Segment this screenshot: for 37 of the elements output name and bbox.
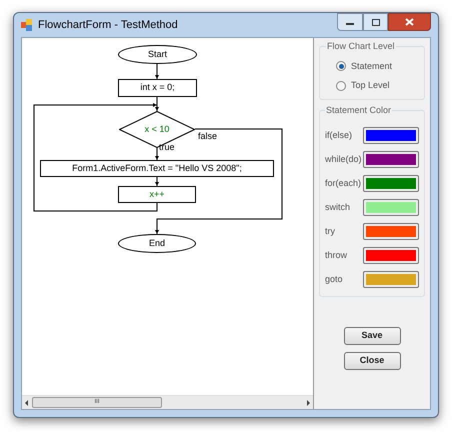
color-label: throw <box>325 248 348 262</box>
color-swatch-button[interactable] <box>363 175 419 192</box>
process-node: x++ <box>118 186 196 203</box>
color-swatch-button[interactable] <box>363 223 419 240</box>
color-label: for(each) <box>325 176 362 190</box>
app-icon <box>21 19 33 31</box>
radio-label: Statement <box>351 60 392 72</box>
process-node: int x = 0; <box>118 79 197 97</box>
color-label: switch <box>325 200 350 214</box>
dialog-button[interactable]: Save <box>344 327 400 345</box>
color-label: try <box>325 224 335 238</box>
close-icon <box>405 18 414 26</box>
scroll-left-icon[interactable] <box>25 400 28 406</box>
color-label: if(else) <box>325 128 352 142</box>
minimize-button[interactable] <box>337 13 363 31</box>
maximize-button[interactable] <box>363 13 388 31</box>
color-swatch-button[interactable] <box>363 199 419 216</box>
color-label: while(do) <box>325 152 362 166</box>
branch-label: true <box>159 141 175 154</box>
radio-button[interactable] <box>336 61 346 72</box>
color-label: goto <box>325 272 343 286</box>
color-swatch-button[interactable] <box>363 127 419 144</box>
window-title: FlowchartForm - TestMethod <box>38 18 178 33</box>
color-swatch-button[interactable] <box>363 247 419 264</box>
group-title: Statement Color <box>325 104 392 116</box>
color-swatch-button[interactable] <box>363 271 419 288</box>
color-swatch-button[interactable] <box>363 151 419 168</box>
terminal-node: End <box>118 234 196 253</box>
process-node: Form1.ActiveForm.Text = "Hello VS 2008"; <box>40 160 274 177</box>
radio-button[interactable] <box>336 80 346 91</box>
scroll-right-icon[interactable] <box>307 400 310 406</box>
branch-label: false <box>198 130 218 143</box>
terminal-node: Start <box>118 45 197 64</box>
close-button[interactable] <box>388 13 431 31</box>
dialog-button[interactable]: Close <box>344 352 400 370</box>
group-title: Flow Chart Level <box>326 40 396 53</box>
radio-label: Top Level <box>351 79 390 92</box>
